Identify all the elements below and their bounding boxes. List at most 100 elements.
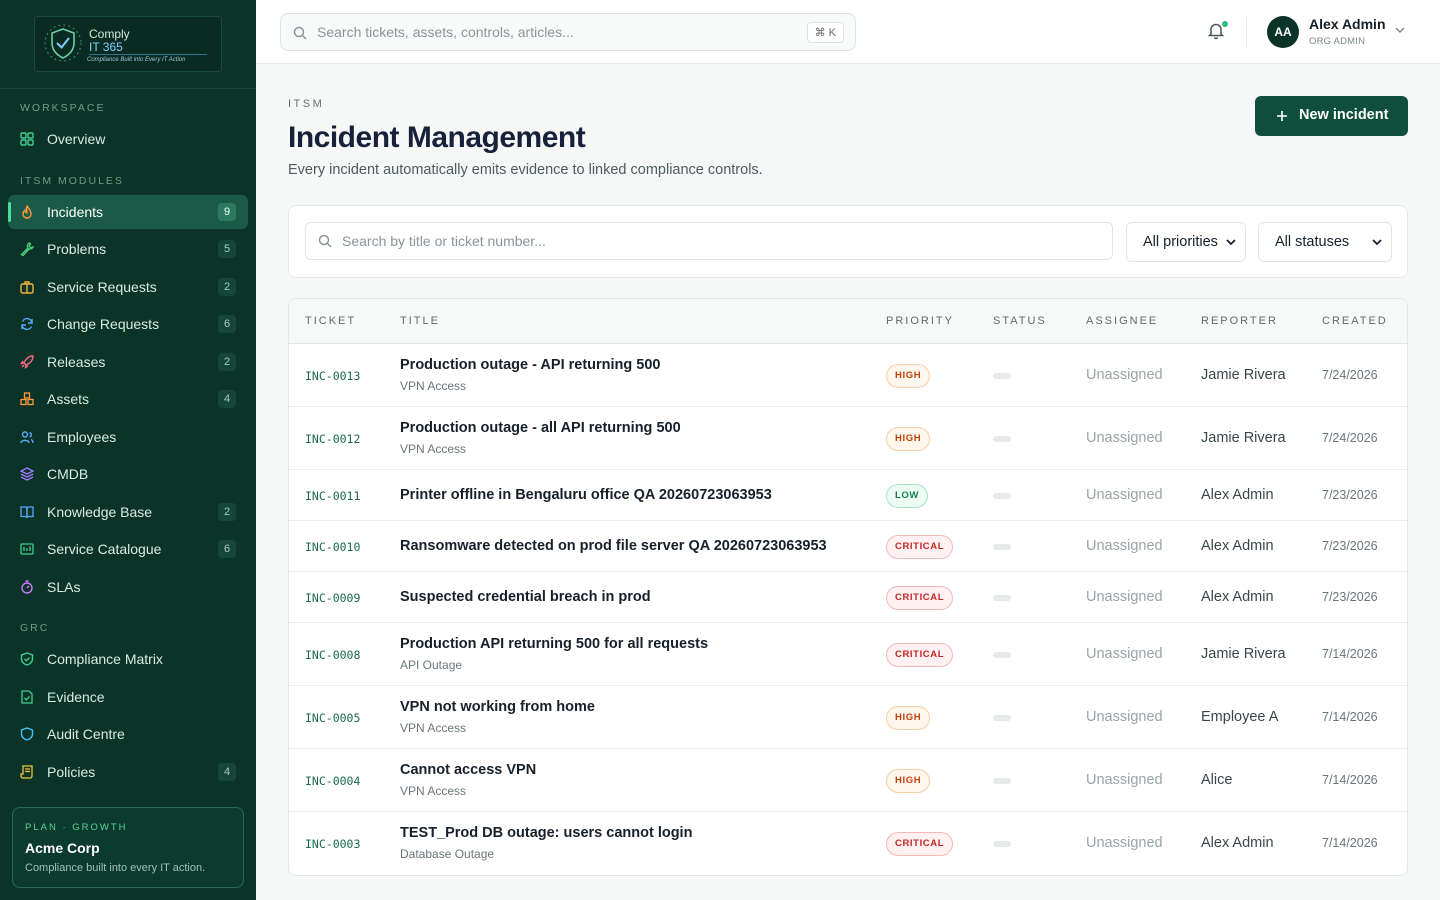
sidebar-item-incidents[interactable]: Incidents 9 (8, 195, 248, 229)
incident-title[interactable]: Cannot access VPN (400, 762, 536, 778)
assignee-value: Unassigned (1086, 588, 1163, 605)
brand-line-1: Comply (89, 27, 130, 41)
count-badge: 2 (218, 503, 236, 521)
sidebar-item-service-catalogue[interactable]: Service Catalogue 6 (8, 532, 248, 566)
sidebar-item-knowledge-base[interactable]: Knowledge Base 2 (8, 495, 248, 529)
sidebar-item-audit-centre[interactable]: Audit Centre (8, 717, 248, 751)
brand-logo[interactable]: Comply IT 365 Compliance Built into Ever… (34, 16, 222, 72)
ticket-id-link[interactable]: INC-0011 (305, 489, 360, 503)
sidebar-item-compliance-matrix[interactable]: Compliance Matrix (8, 642, 248, 676)
sidebar-item-employees[interactable]: Employees (8, 420, 248, 454)
ticket-id-link[interactable]: INC-0003 (305, 837, 360, 851)
table-row[interactable]: INC-0009 Suspected credential breach in p… (289, 572, 1407, 623)
assignee-value: Unassigned (1086, 537, 1163, 554)
users-icon (20, 431, 34, 444)
avatar[interactable]: AA (1267, 16, 1299, 48)
sidebar-item-service-requests[interactable]: Service Requests 2 (8, 270, 248, 304)
global-search[interactable]: ⌘ K (280, 13, 856, 51)
search-icon (318, 234, 332, 248)
table-row[interactable]: INC-0008 Production API returning 500 for… (289, 623, 1407, 686)
table-row[interactable]: INC-0003 TEST_Prod DB outage: users canno… (289, 812, 1407, 875)
table-row[interactable]: INC-0010 Ransomware detected on prod file… (289, 521, 1407, 572)
sidebar-item-label: Service Requests (47, 279, 157, 295)
priority-filter[interactable]: All priorities (1126, 222, 1246, 262)
sidebar-item-change-requests[interactable]: Change Requests 6 (8, 307, 248, 341)
count-badge: 2 (218, 278, 236, 296)
count-badge: 4 (218, 763, 236, 781)
status-pill (993, 435, 1011, 442)
sidebar-item-label: Compliance Matrix (47, 651, 163, 667)
table-row[interactable]: INC-0012 Production outage - all API retu… (289, 407, 1407, 470)
priority-badge: HIGH (886, 363, 931, 388)
priority-badge: HIGH (886, 705, 931, 730)
column-header-status[interactable]: STATUS (993, 315, 1047, 327)
page-subtitle: Every incident automatically emits evide… (288, 162, 763, 178)
incident-category: VPN Access (400, 379, 467, 393)
sidebar-item-evidence[interactable]: Evidence (8, 680, 248, 714)
sidebar-item-cmdb[interactable]: CMDB (8, 457, 248, 491)
incident-title[interactable]: Production outage - all API returning 50… (400, 420, 681, 436)
new-incident-button[interactable]: New incident (1255, 96, 1408, 136)
plus-icon (1277, 111, 1287, 121)
created-date: 7/14/2026 (1322, 646, 1378, 661)
table-row[interactable]: INC-0011 Printer offline in Bengaluru off… (289, 470, 1407, 521)
incident-title[interactable]: Production API returning 500 for all req… (400, 636, 708, 652)
column-header-assignee[interactable]: ASSIGNEE (1086, 315, 1158, 327)
created-date: 7/14/2026 (1322, 772, 1378, 787)
brand-line-2: IT 365 (89, 40, 123, 54)
incident-title[interactable]: TEST_Prod DB outage: users cannot login (400, 825, 692, 841)
incident-search-input[interactable] (342, 231, 1082, 251)
incident-category: API Outage (400, 658, 463, 672)
sidebar-item-label: Problems (47, 241, 107, 257)
status-pill (993, 543, 1011, 550)
table-row[interactable]: INC-0013 Production outage - API returnin… (289, 344, 1407, 407)
topbar-divider (1246, 18, 1247, 46)
table-row[interactable]: INC-0005 VPN not working from home VPN Acc… (289, 686, 1407, 749)
column-header-ticket[interactable]: TICKET (305, 315, 356, 327)
ticket-id-link[interactable]: INC-0005 (305, 711, 360, 725)
shield-check-icon (20, 652, 34, 666)
brand-tagline: Compliance Built into Every IT Action (87, 57, 186, 63)
breadcrumb: ITSM (288, 98, 325, 110)
sidebar-item-releases[interactable]: Releases 2 (8, 345, 248, 379)
incident-title[interactable]: Ransomware detected on prod file server … (400, 538, 827, 554)
status-pill (993, 840, 1011, 847)
column-header-reporter[interactable]: REPORTER (1201, 315, 1278, 327)
ticket-id-link[interactable]: INC-0013 (305, 369, 360, 383)
sidebar-item-label: Policies (47, 764, 96, 780)
sidebar-item-problems[interactable]: Problems 5 (8, 232, 248, 266)
column-header-created[interactable]: CREATED (1322, 315, 1388, 327)
incident-title[interactable]: VPN not working from home (400, 699, 595, 715)
ticket-id-link[interactable]: INC-0012 (305, 432, 360, 446)
ticket-id-link[interactable]: INC-0004 (305, 774, 360, 788)
global-search-input[interactable] (317, 22, 797, 42)
status-pill (993, 651, 1011, 658)
incident-title[interactable]: Suspected credential breach in prod (400, 589, 651, 605)
incident-title[interactable]: Production outage - API returning 500 (400, 357, 660, 373)
status-filter[interactable]: All statuses (1258, 222, 1392, 262)
table-row[interactable]: INC-0004 Cannot access VPN VPN Access HIGH U… (289, 749, 1407, 812)
ticket-id-link[interactable]: INC-0008 (305, 648, 360, 662)
user-name[interactable]: Alex Admin (1309, 16, 1386, 32)
reporter-value: Jamie Rivera (1201, 429, 1286, 446)
assignee-value: Unassigned (1086, 771, 1163, 788)
column-header-priority[interactable]: PRIORITY (886, 315, 954, 327)
sidebar-item-assets[interactable]: Assets 4 (8, 382, 248, 416)
shield-icon (20, 727, 34, 741)
ticket-id-link[interactable]: INC-0009 (305, 591, 360, 605)
plan-card[interactable]: PLAN · GROWTH Acme Corp Compliance built… (12, 807, 244, 888)
ticket-id-link[interactable]: INC-0010 (305, 540, 360, 554)
incident-category: VPN Access (400, 784, 467, 798)
incident-title[interactable]: Printer offline in Bengaluru office QA 2… (400, 487, 772, 503)
column-header-title[interactable]: TITLE (400, 315, 440, 327)
sidebar-item-overview[interactable]: Overview (8, 122, 248, 156)
sidebar-item-policies[interactable]: Policies 4 (8, 755, 248, 789)
layers-icon (20, 467, 34, 481)
book-icon (20, 506, 34, 519)
chevron-down-icon[interactable] (1395, 27, 1405, 34)
count-badge: 5 (218, 240, 236, 258)
sidebar: Comply IT 365 Compliance Built into Ever… (0, 0, 256, 900)
sidebar-item-label: Releases (47, 354, 106, 370)
incident-search[interactable] (305, 222, 1113, 260)
sidebar-item-slas[interactable]: SLAs (8, 570, 248, 604)
